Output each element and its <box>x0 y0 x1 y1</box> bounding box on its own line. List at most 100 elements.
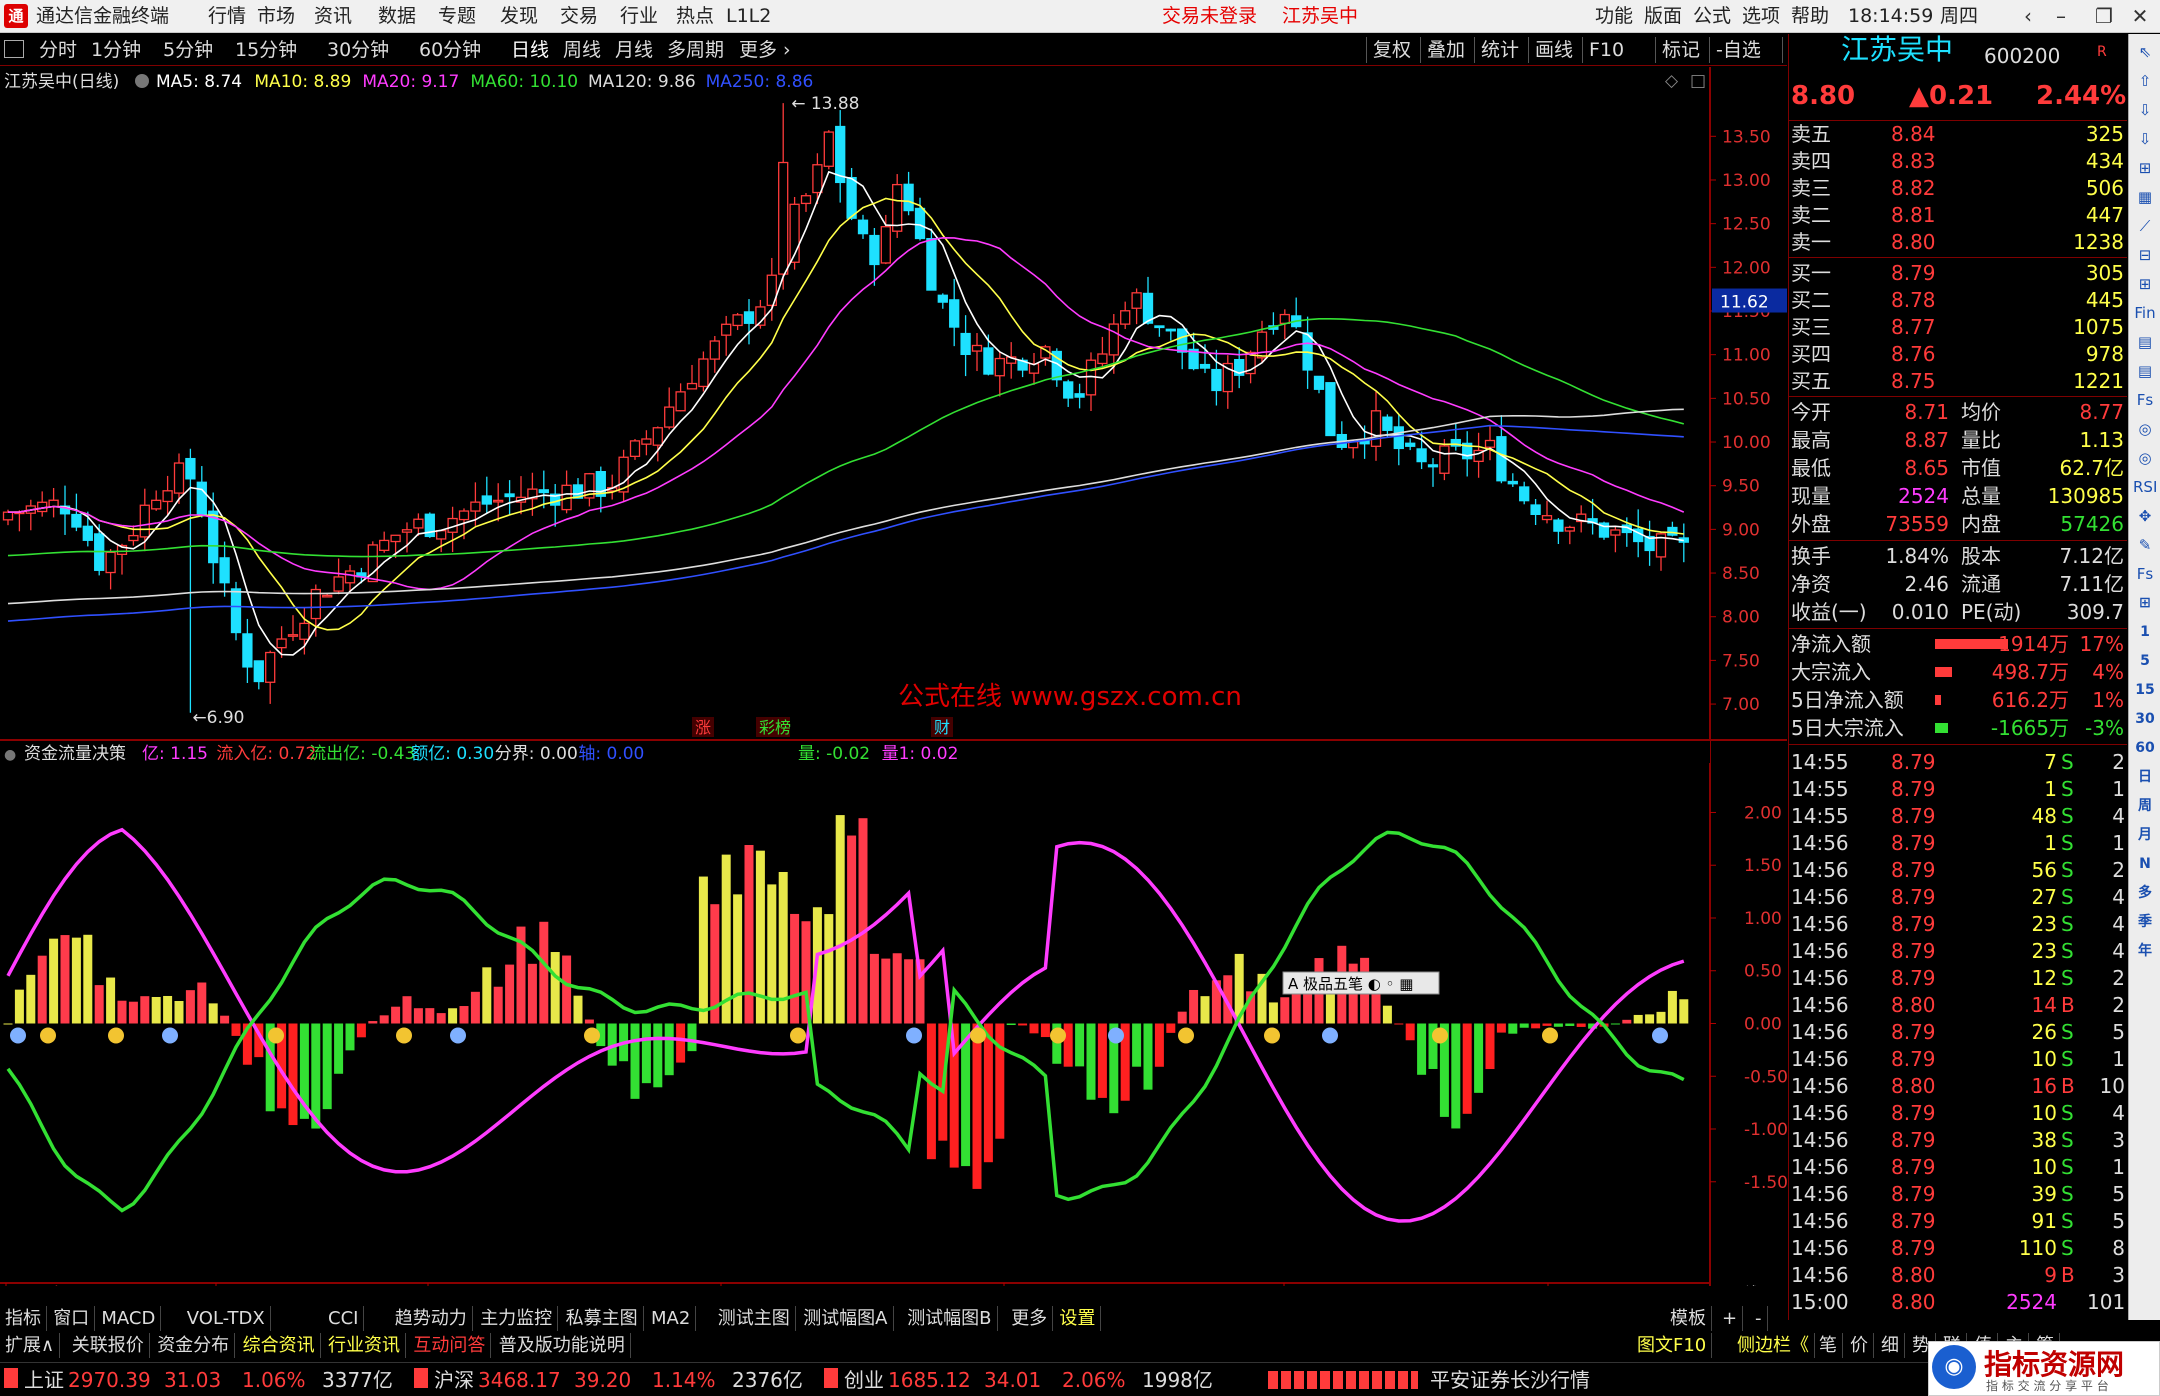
candle-body[interactable] <box>1177 328 1188 353</box>
candle-body[interactable] <box>732 314 743 327</box>
candle-body[interactable] <box>1199 363 1211 369</box>
candle-body[interactable] <box>287 634 299 637</box>
candle-body[interactable] <box>1211 368 1222 392</box>
candle-body[interactable] <box>196 481 207 516</box>
tab-MACD[interactable]: MACD <box>96 1306 162 1331</box>
index-name[interactable]: 创业 <box>844 1367 884 1393</box>
sidebar-icon[interactable]: ⊞ <box>2133 591 2157 615</box>
candle-body[interactable] <box>937 294 948 303</box>
candle-body[interactable] <box>1097 353 1108 365</box>
tab2-侧边栏《[interactable]: 侧边栏《 <box>1732 1333 1815 1358</box>
candle-body[interactable] <box>413 518 424 529</box>
settings-icon[interactable] <box>135 74 149 88</box>
tab2-普及版功能说明[interactable]: 普及版功能说明 <box>494 1333 631 1358</box>
menu-行情[interactable]: 行情 <box>208 5 246 27</box>
candle-body[interactable] <box>1553 519 1564 532</box>
sidebar-icon[interactable]: ⊞ <box>2133 272 2157 296</box>
tab-测试幅图B[interactable]: 测试幅图B <box>902 1306 998 1331</box>
tab-MA2[interactable]: MA2 <box>646 1306 697 1331</box>
sidebar-icon[interactable]: 月 <box>2133 823 2157 847</box>
sidebar-icon[interactable]: ✥ <box>2133 504 2157 528</box>
candle-body[interactable] <box>1416 448 1427 463</box>
candle-body[interactable] <box>390 534 401 543</box>
candle-body[interactable] <box>344 570 356 584</box>
period-tab-30分钟[interactable]: 30分钟 <box>324 38 392 62</box>
candle-body[interactable] <box>1564 526 1575 532</box>
toolbar-标记[interactable]: 标记 <box>1655 37 1706 63</box>
candle-body[interactable] <box>185 457 196 480</box>
sidebar-icon[interactable]: 年 <box>2133 939 2157 963</box>
sidebar-icon[interactable]: ⇩ <box>2133 127 2157 151</box>
window-toggle-icon[interactable] <box>4 40 24 58</box>
chart-canvas[interactable]: 13.5013.0012.5012.0011.5011.0010.5010.00… <box>0 67 1787 1286</box>
period-tab-1分钟[interactable]: 1分钟 <box>88 38 144 62</box>
candle-body[interactable] <box>1325 382 1336 437</box>
tab-测试主图[interactable]: 测试主图 <box>713 1306 796 1331</box>
candle-body[interactable] <box>1484 439 1496 448</box>
menu-交易[interactable]: 交易 <box>560 5 598 27</box>
period-tab-日线[interactable]: 日线 <box>508 38 552 62</box>
toolbar--自选[interactable]: -自选 <box>1709 37 1767 63</box>
candle-body[interactable] <box>869 234 880 266</box>
period-tab-5分钟[interactable]: 5分钟 <box>160 38 216 62</box>
candle-body[interactable] <box>743 311 755 324</box>
rmenu-公式[interactable]: 公式 <box>1693 5 1731 27</box>
tab-测试幅图A[interactable]: 测试幅图A <box>798 1306 894 1331</box>
tab-CCI[interactable]: CCI <box>323 1306 365 1331</box>
index-name[interactable]: 上证 <box>24 1367 64 1393</box>
restore-icon[interactable]: ❐ <box>2088 3 2120 29</box>
tab-趋势动力[interactable]: 趋势动力 <box>390 1306 473 1331</box>
candle-body[interactable] <box>1313 375 1325 390</box>
tab-+[interactable]: + <box>1717 1306 1744 1331</box>
toolbar-统计[interactable]: 统计 <box>1474 37 1525 63</box>
tab2-笔[interactable]: 笔 <box>1814 1333 1843 1358</box>
candle-body[interactable] <box>1427 464 1439 468</box>
candle-body[interactable] <box>105 551 116 574</box>
menu-发现[interactable]: 发现 <box>500 5 538 27</box>
candle-body[interactable] <box>823 131 834 167</box>
sidebar-icon[interactable]: ⊞ <box>2133 156 2157 180</box>
candle-body[interactable] <box>800 195 812 205</box>
rmenu-帮助[interactable]: 帮助 <box>1791 5 1829 27</box>
candle-body[interactable] <box>949 299 960 328</box>
candle-body[interactable] <box>219 557 230 584</box>
candle-body[interactable] <box>1496 436 1507 482</box>
tab2-细[interactable]: 细 <box>1876 1333 1905 1358</box>
menu-市场[interactable]: 市场 <box>257 5 295 27</box>
candle-body[interactable] <box>162 490 173 503</box>
candle-body[interactable] <box>698 358 709 388</box>
sidebar-icon[interactable]: 周 <box>2133 794 2157 818</box>
sidebar-icon[interactable]: ✎ <box>2133 533 2157 557</box>
menu-热点[interactable]: 热点 <box>676 5 714 27</box>
stock-tag[interactable]: 江苏吴中 <box>1282 5 1358 27</box>
candle-body[interactable] <box>971 344 983 352</box>
candle-body[interactable] <box>914 207 926 240</box>
candle-body[interactable] <box>664 406 675 428</box>
sidebar-icon[interactable]: ◎ <box>2133 417 2157 441</box>
candle-body[interactable] <box>173 462 185 494</box>
sidebar-icon[interactable]: ⇩ <box>2133 98 2157 122</box>
candle-body[interactable] <box>857 219 869 235</box>
sidebar-icon[interactable]: ◎ <box>2133 446 2157 470</box>
sidebar-icon[interactable]: 1 <box>2133 620 2157 644</box>
period-tab-月线[interactable]: 月线 <box>612 38 656 62</box>
candle-body[interactable] <box>994 357 1005 377</box>
menu-行业[interactable]: 行业 <box>620 5 658 27</box>
tab2-关联报价[interactable]: 关联报价 <box>67 1333 150 1358</box>
candle-body[interactable] <box>1256 331 1268 359</box>
sidebar-icon[interactable]: ⇖ <box>2133 40 2157 64</box>
rmenu-功能[interactable]: 功能 <box>1595 5 1633 27</box>
tab-主力监控[interactable]: 主力监控 <box>475 1306 559 1331</box>
sidebar-icon[interactable]: Fs <box>2133 388 2157 412</box>
candle-body[interactable] <box>1279 313 1290 324</box>
candle-body[interactable] <box>322 594 333 598</box>
candle-body[interactable] <box>265 651 276 683</box>
candle-body[interactable] <box>960 332 971 356</box>
candle-body[interactable] <box>333 576 344 592</box>
period-tab-更多[interactable]: 更多 › <box>736 38 794 62</box>
tab2-图文F10[interactable]: 图文F10 <box>1632 1333 1713 1358</box>
tab2-扩展∧[interactable]: 扩展∧ <box>0 1333 61 1358</box>
index-name[interactable]: 沪深 <box>434 1367 474 1393</box>
period-tab-周线[interactable]: 周线 <box>560 38 604 62</box>
candle-body[interactable] <box>1439 445 1450 474</box>
